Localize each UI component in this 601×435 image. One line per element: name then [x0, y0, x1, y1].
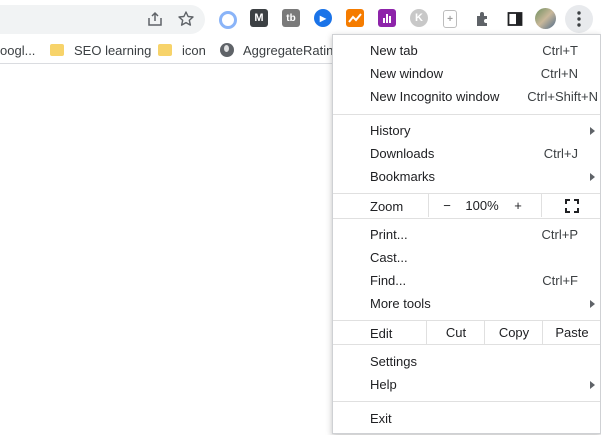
menu-item-settings[interactable]: Settings — [333, 350, 600, 373]
menu-separator — [333, 218, 600, 219]
menu-item-find[interactable]: Find... Ctrl+F — [333, 269, 600, 292]
menu-zoom-row: Zoom − 100% + — [333, 194, 600, 217]
menu-item-shortcut: Ctrl+J — [543, 146, 578, 161]
edit-label: Edit — [370, 326, 393, 341]
menu-item-shortcut: Ctrl+P — [541, 227, 578, 242]
circle-extension-icon[interactable] — [219, 11, 237, 29]
menu-item-label: Settings — [370, 354, 417, 369]
zoom-out-button[interactable]: − — [428, 194, 465, 217]
menu-item-label: Find... — [370, 273, 407, 288]
menu-item-more-tools[interactable]: More tools — [333, 292, 600, 315]
side-panel-icon[interactable] — [505, 9, 525, 29]
menu-item-new-tab[interactable]: New tab Ctrl+T — [333, 39, 600, 62]
menu-item-shortcut: Ctrl+N — [540, 66, 578, 81]
cut-button[interactable]: Cut — [426, 321, 485, 344]
menu-item-help[interactable]: Help — [333, 373, 600, 396]
menu-item-history[interactable]: History — [333, 119, 600, 142]
menu-item-label: New tab — [370, 43, 418, 58]
tb-extension-icon[interactable]: tb — [282, 9, 300, 27]
share-icon[interactable] — [145, 9, 165, 29]
folder-icon — [50, 44, 64, 56]
bookmark-label: oogl... — [0, 42, 36, 58]
submenu-arrow-icon — [590, 127, 595, 135]
bookmark-label: SEO learning — [74, 42, 152, 58]
menu-item-exit[interactable]: Exit — [333, 407, 600, 430]
bars-extension-icon[interactable] — [378, 9, 396, 27]
chart-extension-icon[interactable] — [346, 9, 364, 27]
menu-item-print[interactable]: Print... Ctrl+P — [333, 223, 600, 246]
zoom-label: Zoom — [370, 199, 404, 214]
address-bar[interactable] — [0, 5, 205, 34]
submenu-arrow-icon — [590, 381, 595, 389]
menu-item-shortcut: Ctrl+F — [542, 273, 578, 288]
chrome-menu: New tab Ctrl+T New window Ctrl+N New Inc… — [332, 34, 601, 434]
menu-item-label: Print... — [370, 227, 408, 242]
menu-item-bookmarks[interactable]: Bookmarks — [333, 165, 600, 188]
bookmark-label: AggregateRating — [243, 42, 341, 58]
menu-item-label: New Incognito window — [370, 89, 500, 104]
bookmark-google[interactable]: oogl... — [0, 37, 35, 63]
bookmark-aggregaterating[interactable]: AggregateRating — [220, 37, 341, 63]
fullscreen-icon — [564, 198, 579, 213]
browser-toolbar: M tb ▶ K + — [0, 0, 601, 37]
extensions-puzzle-icon[interactable] — [473, 9, 493, 29]
zoom-level: 100% — [465, 198, 499, 213]
menu-item-label: More tools — [370, 296, 431, 311]
menu-item-shortcut: Ctrl+Shift+N — [527, 89, 598, 104]
menu-separator — [333, 344, 600, 345]
zoom-in-button[interactable]: + — [500, 194, 536, 217]
m-extension-icon[interactable]: M — [250, 9, 268, 27]
bookmark-icon-folder[interactable]: icon — [158, 37, 206, 63]
menu-item-label: History — [370, 123, 411, 138]
folder-icon — [158, 44, 172, 56]
bookmark-star-icon[interactable] — [176, 9, 196, 29]
play-extension-icon[interactable]: ▶ — [314, 9, 332, 27]
menu-item-shortcut: Ctrl+T — [542, 43, 578, 58]
menu-item-label: Bookmarks — [370, 169, 436, 184]
menu-separator — [333, 401, 600, 402]
submenu-arrow-icon — [590, 300, 595, 308]
k-extension-icon[interactable]: K — [410, 9, 428, 27]
menu-item-new-incognito-window[interactable]: New Incognito window Ctrl+Shift+N — [333, 85, 600, 108]
kebab-menu-icon[interactable] — [565, 5, 593, 33]
clipboard-extension-icon[interactable]: + — [443, 10, 457, 28]
menu-item-label: Downloads — [370, 146, 435, 161]
copy-button[interactable]: Copy — [484, 321, 543, 344]
fullscreen-button[interactable] — [541, 194, 601, 217]
globe-icon — [220, 43, 234, 57]
menu-item-label: New window — [370, 66, 443, 81]
menu-item-downloads[interactable]: Downloads Ctrl+J — [333, 142, 600, 165]
paste-button[interactable]: Paste — [542, 321, 601, 344]
menu-item-label: Cast... — [370, 250, 408, 265]
profile-avatar[interactable] — [535, 8, 556, 29]
bookmark-seo-learning[interactable]: SEO learning — [50, 37, 151, 63]
menu-edit-row: Edit Cut Copy Paste — [333, 321, 600, 344]
menu-item-cast[interactable]: Cast... — [333, 246, 600, 269]
menu-separator — [333, 114, 600, 115]
menu-item-new-window[interactable]: New window Ctrl+N — [333, 62, 600, 85]
menu-item-label: Help — [370, 377, 397, 392]
submenu-arrow-icon — [590, 173, 595, 181]
bookmark-label: icon — [182, 42, 206, 58]
menu-item-label: Exit — [370, 411, 392, 426]
